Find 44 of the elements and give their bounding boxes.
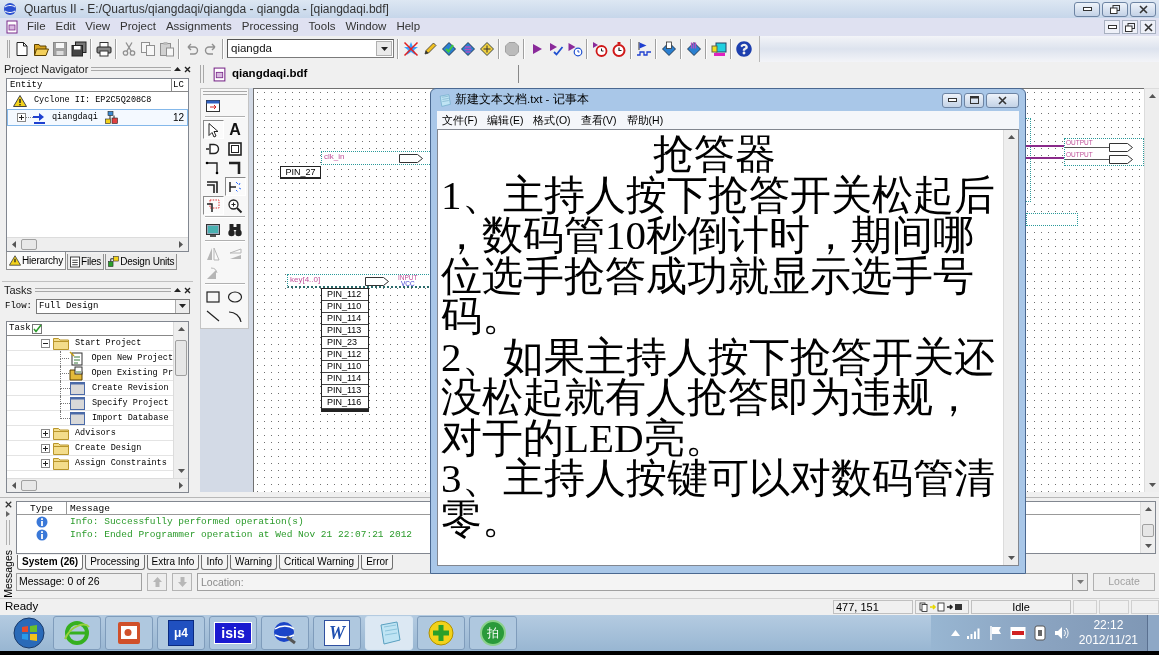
pin-location: PIN_114	[322, 313, 368, 325]
logic-cell-count: 12	[173, 112, 186, 123]
text-line: 码。	[441, 296, 523, 337]
pin-location: PIN_113	[322, 385, 368, 397]
flow-value: Full Design	[38, 301, 100, 311]
pin-location: PIN_23	[322, 337, 368, 349]
message-counter: Message: 0 of 26	[16, 572, 142, 591]
pin-location: PIN_114	[322, 373, 368, 385]
text-line: 3、主持人按键可以对数码管清	[441, 458, 996, 499]
text-line: 1、主持人按下抢答开关松起后	[441, 174, 996, 215]
text-line: 位选手抢答成功就显示选手号	[441, 255, 975, 296]
app-logo: μ4	[168, 620, 194, 646]
window-title: Quartus II - E:/Quartus/qiangdaqi/qiangda - qiangda - [qiangdaqi.bdf]	[24, 3, 389, 15]
pin-name: key[4..0]	[290, 276, 321, 284]
text-line: 抢答器	[653, 134, 776, 175]
text-line: ，数码管10秒倒计时，期间哪	[441, 215, 974, 256]
pin-location: PIN_112	[322, 349, 368, 361]
status-message: Ready	[4, 601, 39, 613]
panel-title: Project Navigator	[4, 63, 89, 75]
clock-date: 2012/11/21	[1078, 633, 1138, 648]
pin-location: PIN_116	[322, 397, 368, 409]
cursor-coordinates: 477, 151	[833, 600, 913, 614]
panel-title: Messages	[2, 549, 14, 598]
clock-time: 22:12	[1093, 618, 1124, 633]
pin-name: clk_in	[324, 153, 345, 161]
pin-location: PIN_112	[322, 289, 368, 301]
entity-name: qiangdaqi	[52, 113, 98, 122]
app-logo: isis	[214, 622, 252, 644]
dropdown-value: qiangda	[230, 42, 273, 55]
text-line: 2、如果主持人按下抢答开关还	[441, 336, 996, 377]
text-line: 零。	[441, 498, 524, 539]
entity-name: Cyclone II: EP2C5Q208C8	[34, 96, 152, 105]
pin-location: PIN_110	[322, 301, 368, 313]
text-line: 对于的LED亮。	[441, 417, 726, 458]
pin-location: PIN_110	[322, 361, 368, 373]
pin-location: PIN_113	[322, 325, 368, 337]
text-line: 没松起就有人抢答即为违规，	[441, 377, 974, 418]
window-title: 新建文本文档.txt - 记事本	[455, 94, 589, 106]
app-logo: 拍	[480, 620, 506, 646]
pin-location: PIN_27	[280, 166, 321, 179]
flow-label: Flow:	[5, 301, 32, 311]
panel-title: Tasks	[4, 284, 33, 296]
app-logo: W	[324, 620, 350, 646]
processing-state: Idle	[971, 600, 1071, 614]
